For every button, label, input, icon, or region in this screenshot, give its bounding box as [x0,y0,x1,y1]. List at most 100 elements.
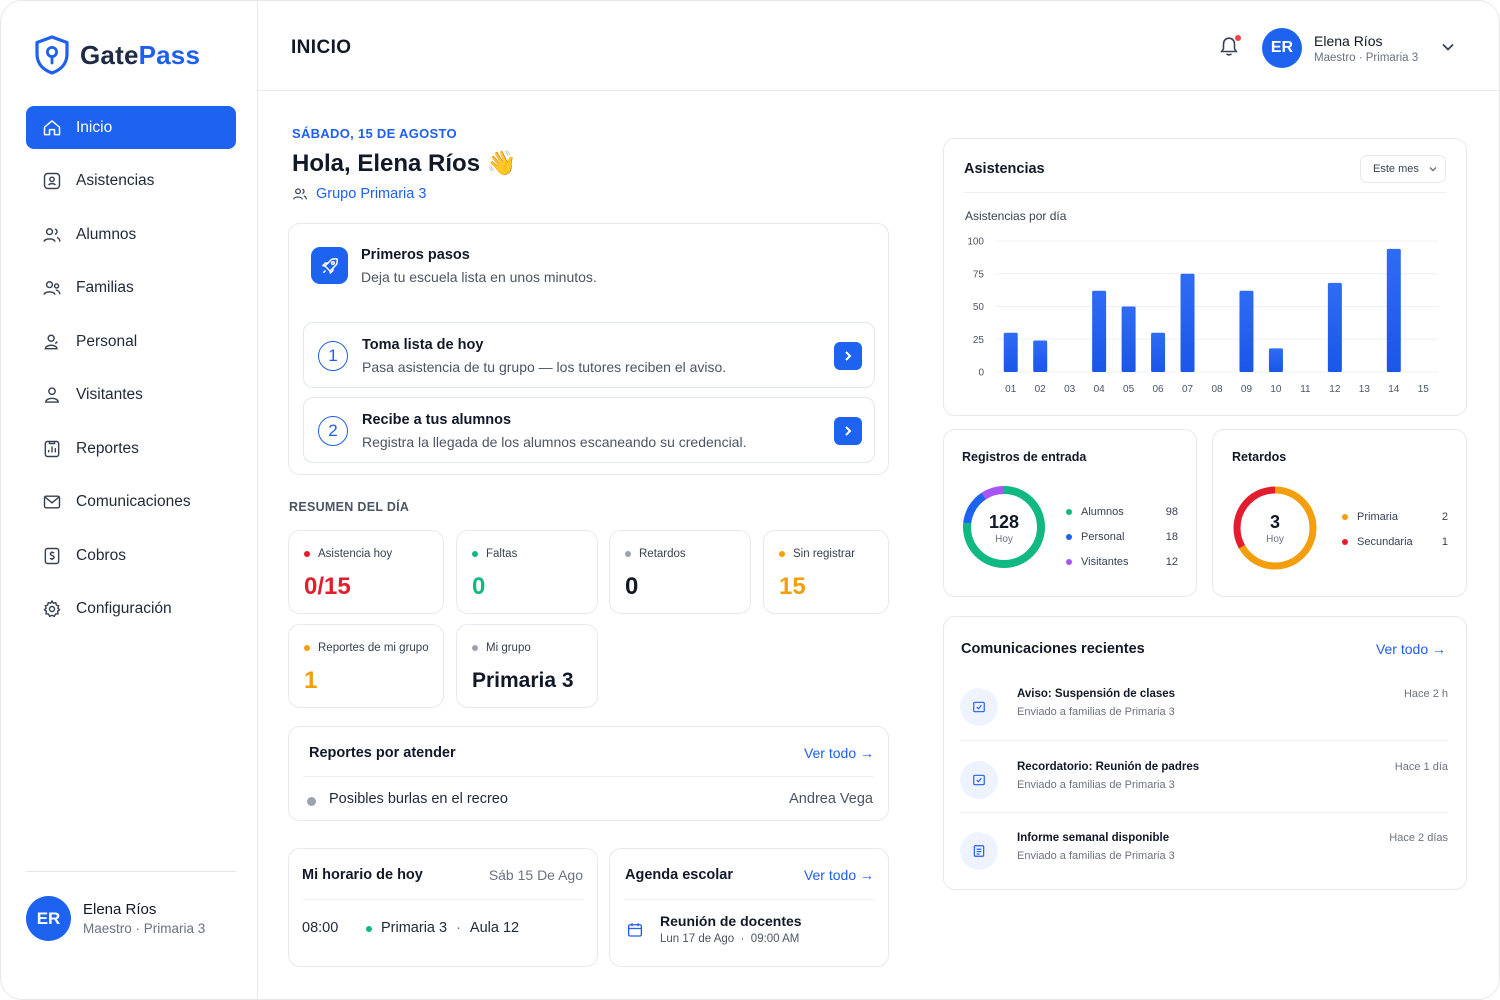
view-all-link[interactable]: Ver todo → [1376,641,1446,657]
visitor-icon [44,387,60,403]
user-role: Maestro · Primaria 3 [1314,51,1419,64]
sidebar-item-label: Alumnos [76,225,137,243]
daily-summary-title: RESUMEN DEL DÍA [289,500,410,514]
sidebar-item-configuracion[interactable]: Configuración [26,588,236,631]
legend-label: Visitantes [1081,556,1129,568]
greeting: Hola, Elena Ríos 👋 [292,150,517,177]
step-number: 1 [318,341,348,371]
status-dot [472,645,478,651]
view-all-link[interactable]: Ver todo → [804,745,874,761]
header-user-menu[interactable]: ER Elena Ríos Maestro · Primaria 3 [1262,28,1418,68]
late-arrivals-card: Retardos 3 Hoy Primaria 2 Secundaria 1 [1212,429,1467,597]
sidebar-item-comunicaciones[interactable]: Comunicaciones [26,481,236,524]
stat-label: Faltas [472,548,517,560]
sidebar-item-label: Asistencias [76,172,155,189]
mail-icon [43,495,61,509]
pending-reports-title: Reportes por atender [309,745,456,761]
report-icon [44,440,60,457]
divider [964,192,1446,193]
communication-item[interactable]: Aviso: Suspensión de clases Enviado a fa… [960,681,1450,741]
sidebar-item-inicio[interactable]: Inicio [26,106,236,149]
legend-item: Visitantes 12 [1066,556,1178,568]
sidebar-item-familias[interactable]: Familias [26,267,236,310]
status-dot [625,551,631,557]
legend-dot [1066,534,1072,540]
bar-05[interactable] [1121,306,1136,373]
x-tick-label: 07 [1182,384,1194,395]
stat-card-faltas[interactable]: Faltas 0 [456,530,598,614]
bar-01[interactable] [1003,332,1018,372]
step-description: Registra la llegada de los alumnos escan… [362,434,747,450]
bar-02[interactable] [1033,340,1048,372]
stat-card-reportes[interactable]: Reportes de mi grupo 1 [288,624,444,708]
mail-check-icon [960,688,998,726]
bar-07[interactable] [1180,273,1195,372]
communication-item[interactable]: Recordatorio: Reunión de padres Enviado … [960,754,1450,814]
divider [303,899,583,900]
sidebar-item-asistencias[interactable]: Asistencias [26,160,236,203]
notification-dot [1234,34,1242,42]
sidebar-item-reportes[interactable]: Reportes [26,427,236,470]
getting-started-subtitle: Deja tu escuela lista en unos minutos. [361,269,597,285]
legend-dot [1342,539,1348,545]
x-tick-label: 03 [1064,384,1076,395]
bar-09[interactable] [1239,290,1254,372]
pending-reports-card: Reportes por atender Ver todo → Posibles… [288,726,889,821]
stat-card-asistencia[interactable]: Asistencia hoy 0/15 [288,530,444,614]
bar-04[interactable] [1092,290,1107,372]
event-title[interactable]: Reunión de docentes [660,913,802,929]
bar-10[interactable] [1268,348,1283,372]
logo[interactable]: GatePass [34,35,200,75]
stat-label: Reportes de mi grupo [304,642,429,654]
sidebar-item-personal[interactable]: Personal [26,320,236,363]
status-dot [366,926,372,932]
schedule-title: Mi horario de hoy [302,867,423,883]
notifications-button[interactable] [1218,34,1242,60]
x-tick-label: 06 [1153,384,1165,395]
step-description: Pasa asistencia de tu grupo — los tutore… [362,359,727,375]
sidebar-item-alumnos[interactable]: Alumnos [26,213,236,256]
step-item[interactable]: 1 Toma lista de hoy Pasa asistencia de t… [303,322,875,388]
late-title: Retardos [1232,450,1287,464]
group-icon [293,188,307,200]
chevron-down-icon[interactable] [1441,41,1455,53]
step-go-button[interactable] [834,342,862,370]
step-go-button[interactable] [834,417,862,445]
report-row[interactable]: Posibles burlas en el recreo Andrea Vega [307,791,873,811]
step-item[interactable]: 2 Recibe a tus alumnos Registra la llega… [303,397,875,463]
bar-12[interactable] [1327,282,1342,372]
chart-subtitle: Asistencias por día [965,209,1067,223]
class-info[interactable]: Primaria 3 · Aula 12 [381,920,519,936]
legend-dot [1066,509,1072,515]
attendance-chart-card: Asistencias Este mes Asistencias por día… [943,138,1467,416]
sidebar-item-label: Cobros [76,546,126,564]
sidebar-item-label: Configuración [76,600,172,617]
period-select[interactable]: Este mes [1360,155,1446,183]
stat-value: Primaria 3 [472,669,574,692]
group-name: Grupo Primaria 3 [316,186,427,202]
divider [303,776,874,777]
view-all-link[interactable]: Ver todo → [804,867,874,883]
legend-item: Personal 18 [1066,531,1178,543]
stat-card-sin-registrar[interactable]: Sin registrar 15 [763,530,889,614]
step-title: Toma lista de hoy [362,337,484,353]
sidebar-item-label: Comunicaciones [76,493,191,510]
sidebar-item-cobros[interactable]: Cobros [26,534,236,577]
avatar: ER [26,896,71,941]
stat-value: 15 [779,573,806,600]
group-link[interactable]: Grupo Primaria 3 [292,186,426,202]
communication-time: Hace 2 h [1403,688,1448,700]
bar-14[interactable] [1386,248,1401,372]
communication-item[interactable]: Informe semanal disponible Enviado a fam… [960,825,1450,885]
stat-card-retardos[interactable]: Retardos 0 [609,530,751,614]
sidebar-item-visitantes[interactable]: Visitantes [26,374,236,417]
staff-icon [44,334,58,349]
stat-value: 0/15 [304,573,351,600]
stat-card-mi-grupo[interactable]: Mi grupo Primaria 3 [456,624,598,708]
bar-06[interactable] [1151,332,1166,372]
sidebar-divider [26,871,236,872]
sidebar-user-profile[interactable]: ER Elena Ríos Maestro · Primaria 3 [26,896,205,941]
payment-icon [44,547,60,564]
legend-label: Alumnos [1081,506,1124,518]
divider [960,740,1448,741]
